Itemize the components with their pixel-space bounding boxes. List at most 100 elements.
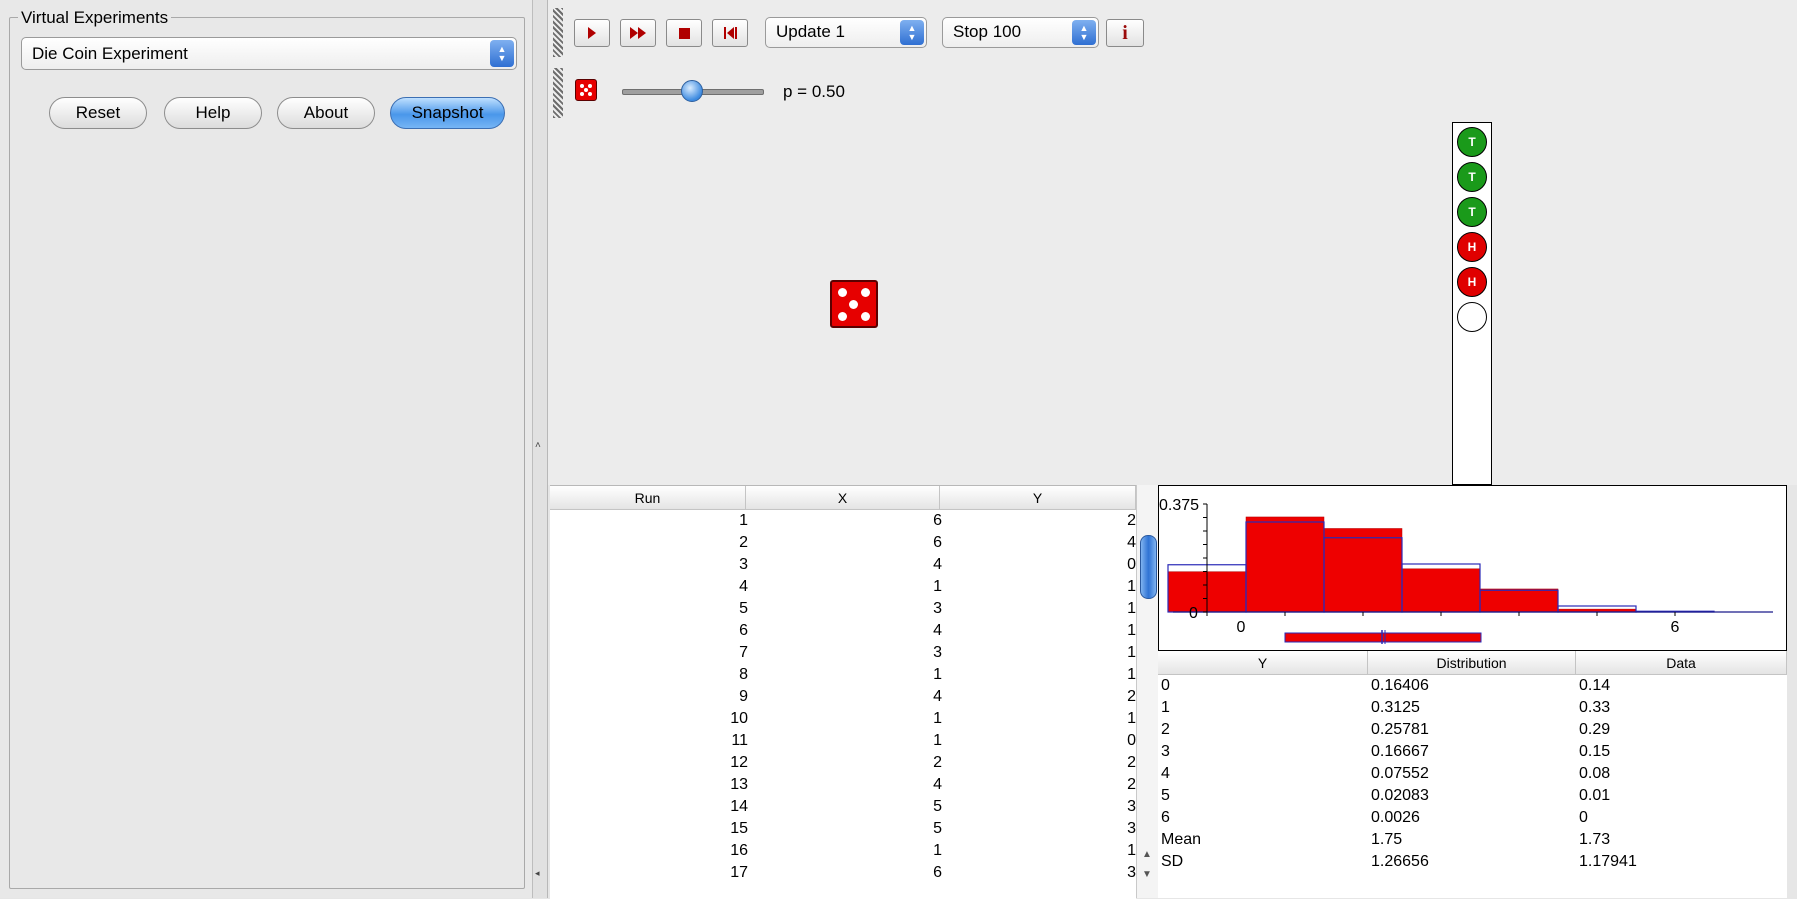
run-cell-run: 10 bbox=[730, 710, 748, 727]
coin-tails: T bbox=[1457, 162, 1487, 192]
x-column-header[interactable]: X bbox=[746, 486, 940, 510]
dist-distribution-header[interactable]: Distribution bbox=[1368, 651, 1576, 675]
run-cell-x: 1 bbox=[933, 710, 942, 727]
toolbar-grip[interactable] bbox=[553, 8, 563, 57]
run-cell-run: 13 bbox=[730, 776, 748, 793]
coin-tails: T bbox=[1457, 197, 1487, 227]
coin-tails: T bbox=[1457, 127, 1487, 157]
run-cell-run: 5 bbox=[739, 600, 748, 617]
run-cell-run: 7 bbox=[739, 644, 748, 661]
dist-cell-data: 0.29 bbox=[1579, 721, 1611, 738]
experiment-select-value: Die Coin Experiment bbox=[32, 44, 188, 63]
run-cell-y: 0 bbox=[1127, 732, 1136, 749]
run-cell-x: 4 bbox=[933, 776, 942, 793]
rewind-icon bbox=[723, 27, 737, 39]
dist-cell-y: 4 bbox=[1161, 765, 1170, 782]
run-cell-y: 1 bbox=[1127, 842, 1136, 859]
coin-heads: H bbox=[1457, 267, 1487, 297]
dist-data-header[interactable]: Data bbox=[1576, 651, 1787, 675]
virtual-experiments-group bbox=[9, 17, 525, 889]
run-cell-run: 6 bbox=[739, 622, 748, 639]
run-cell-x: 5 bbox=[933, 798, 942, 815]
dist-cell-data: 0.14 bbox=[1579, 677, 1611, 694]
run-cell-x: 5 bbox=[933, 820, 942, 837]
scrollbar-thumb[interactable] bbox=[1140, 535, 1157, 599]
dist-cell-y: 2 bbox=[1161, 721, 1170, 738]
run-cell-y: 2 bbox=[1127, 688, 1136, 705]
run-cell-run: 4 bbox=[739, 578, 748, 595]
collapse-arrow-icon: ˄ bbox=[535, 440, 541, 451]
controls-grip[interactable] bbox=[553, 68, 563, 118]
update-select[interactable]: Update 1 ▲ ▼ bbox=[765, 17, 927, 48]
coin-empty bbox=[1457, 302, 1487, 332]
dist-cell-y: 6 bbox=[1161, 809, 1170, 826]
run-cell-run: 1 bbox=[739, 512, 748, 529]
run-cell-run: 8 bbox=[739, 666, 748, 683]
data-bar bbox=[1479, 588, 1559, 613]
scroll-arrow-icon: ◂ bbox=[535, 868, 540, 878]
dist-cell-data: 0.15 bbox=[1579, 743, 1611, 760]
distribution-table: Y Distribution Data 0 0.16406 0.14 1 0.3125 0… bbox=[1158, 651, 1787, 898]
dist-cell-data: 1.73 bbox=[1579, 831, 1611, 848]
run-cell-x: 6 bbox=[933, 534, 942, 551]
fast-forward-icon bbox=[630, 27, 646, 39]
run-cell-run: 17 bbox=[730, 864, 748, 881]
dist-cell-y: 5 bbox=[1161, 787, 1170, 804]
run-cell-x: 1 bbox=[933, 732, 942, 749]
run-cell-y: 1 bbox=[1127, 666, 1136, 683]
dist-cell-distribution: 0.3125 bbox=[1371, 699, 1420, 716]
about-button[interactable]: About bbox=[277, 97, 375, 129]
scroll-down-icon[interactable]: ▼ bbox=[1142, 869, 1152, 880]
dist-cell-y: SD bbox=[1161, 853, 1184, 870]
run-cell-x: 6 bbox=[933, 512, 942, 529]
run-cell-y: 0 bbox=[1127, 556, 1136, 573]
help-button[interactable]: Help bbox=[164, 97, 262, 129]
run-cell-x: 3 bbox=[933, 644, 942, 661]
run-cell-y: 1 bbox=[1127, 578, 1136, 595]
run-cell-x: 1 bbox=[933, 578, 942, 595]
snapshot-button[interactable]: Snapshot bbox=[390, 97, 505, 129]
dist-cell-distribution: 0.16406 bbox=[1371, 677, 1429, 694]
group-title: Virtual Experiments bbox=[18, 8, 172, 28]
run-cell-y: 2 bbox=[1127, 754, 1136, 771]
histogram-panel: 0.375 0 0 6 bbox=[1158, 485, 1787, 651]
run-cell-y: 3 bbox=[1127, 820, 1136, 837]
y-column-header[interactable]: Y bbox=[940, 486, 1136, 510]
step-button[interactable] bbox=[574, 19, 610, 47]
dist-cell-y: 3 bbox=[1161, 743, 1170, 760]
x-tick-label: 0 bbox=[1237, 619, 1246, 636]
p-slider-thumb[interactable] bbox=[681, 80, 703, 102]
run-cell-x: 6 bbox=[933, 864, 942, 881]
dist-cell-data: 1.17941 bbox=[1579, 853, 1637, 870]
info-button[interactable]: i bbox=[1106, 19, 1144, 47]
scroll-up-icon[interactable]: ▲ bbox=[1142, 849, 1152, 860]
histogram-chart: 0.375 0 0 6 bbox=[1159, 497, 1773, 644]
dist-cell-y: Mean bbox=[1161, 831, 1202, 848]
data-bar bbox=[1323, 528, 1403, 613]
run-table: Run X Y 1 6 2 2 6 4 3 4 0 4 1 1 5 3 1 6 4 1 7 3 1 8 1 1 9 4 2 10 1 1 1… bbox=[550, 485, 1136, 899]
run-column-header[interactable]: Run bbox=[550, 486, 746, 510]
dist-y-header[interactable]: Y bbox=[1158, 651, 1368, 675]
run-cell-x: 1 bbox=[933, 842, 942, 859]
run-table-scrollbar[interactable]: ▲ ▼ bbox=[1136, 485, 1159, 898]
dist-cell-distribution: 0.0026 bbox=[1371, 809, 1420, 826]
coin-column: TTTHH bbox=[1452, 122, 1492, 485]
run-cell-y: 3 bbox=[1127, 864, 1136, 881]
select-arrows-icon: ▲ ▼ bbox=[490, 40, 514, 67]
stop-select[interactable]: Stop 100 ▲ ▼ bbox=[942, 17, 1099, 48]
data-bar bbox=[1245, 516, 1325, 613]
run-button[interactable] bbox=[620, 19, 656, 47]
die-icon[interactable] bbox=[575, 79, 597, 101]
reset-button[interactable]: Reset bbox=[49, 97, 147, 129]
run-cell-x: 3 bbox=[933, 600, 942, 617]
run-cell-y: 4 bbox=[1127, 534, 1136, 551]
panel-splitter[interactable]: ˄ ◂ bbox=[533, 0, 548, 898]
stop-button[interactable] bbox=[666, 19, 702, 47]
run-cell-x: 2 bbox=[933, 754, 942, 771]
experiment-area: Update 1 ▲ ▼ Stop 100 ▲ ▼ i p = 0.50 bbox=[548, 0, 1797, 485]
run-cell-run: 15 bbox=[730, 820, 748, 837]
run-cell-run: 3 bbox=[739, 556, 748, 573]
dist-cell-data: 0 bbox=[1579, 809, 1588, 826]
experiment-select[interactable]: Die Coin Experiment ▲ ▼ bbox=[21, 37, 517, 70]
reset-experiment-button[interactable] bbox=[712, 19, 748, 47]
